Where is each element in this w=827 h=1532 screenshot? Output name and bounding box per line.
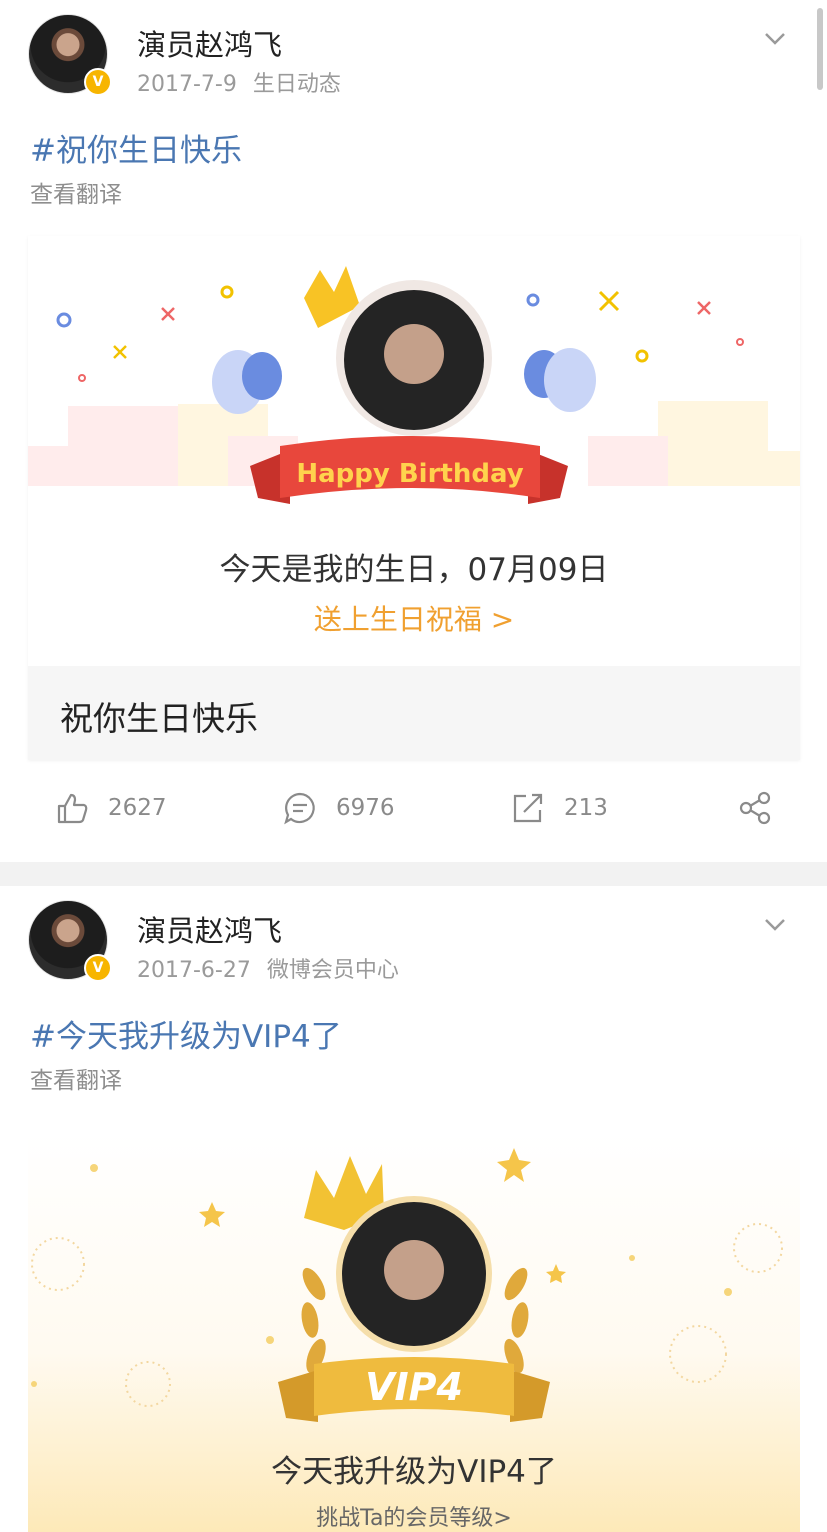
post-source[interactable]: 生日动态 <box>253 72 341 97</box>
post-meta: 2017-6-27 微博会员中心 <box>137 952 399 984</box>
repost-button[interactable]: 213 <box>510 790 608 826</box>
translate-link[interactable]: 查看翻译 <box>30 175 122 209</box>
card-caption-text: 祝你生日快乐 <box>60 699 258 738</box>
verified-badge-icon: V <box>84 954 112 982</box>
send-wishes-link[interactable]: 送上生日祝福 > <box>28 598 800 638</box>
comment-button[interactable]: 6976 <box>282 790 395 826</box>
post-date: 2017-6-27 <box>137 958 251 983</box>
birthday-banner-text: Happy Birthday <box>296 459 523 489</box>
like-count: 2627 <box>108 795 167 821</box>
topic-link[interactable]: #今天我升级为VIP4了 <box>30 1011 342 1056</box>
post-card: V 演员赵鸿飞 2017-7-9 生日动态 #祝你生日快乐 查看翻译 Happy… <box>0 0 827 862</box>
vip-headline: 今天我升级为VIP4了 <box>271 1454 557 1490</box>
avatar[interactable]: V <box>28 900 112 982</box>
comment-count: 6976 <box>336 795 395 821</box>
verified-badge-icon: V <box>84 68 112 96</box>
author-name[interactable]: 演员赵鸿飞 <box>137 22 282 64</box>
topic-link[interactable]: #祝你生日快乐 <box>30 125 242 170</box>
card-caption: 祝你生日快乐 <box>28 666 800 760</box>
post-source[interactable]: 微博会员中心 <box>267 958 399 983</box>
share-icon <box>739 791 771 825</box>
scrollbar[interactable] <box>817 8 823 90</box>
vip-challenge-link[interactable]: 挑战Ta的会员等级> <box>28 1500 800 1532</box>
share-button[interactable] <box>738 790 792 826</box>
vip-badge-text: VIP4 <box>365 1365 463 1409</box>
like-button[interactable]: 2627 <box>54 790 167 826</box>
post-card: V 演员赵鸿飞 2017-6-27 微博会员中心 #今天我升级为VIP4了 查看翻… <box>0 886 827 1532</box>
comment-icon <box>284 792 315 825</box>
like-icon <box>57 793 88 824</box>
post-date: 2017-7-9 <box>137 72 237 97</box>
chevron-down-icon[interactable] <box>762 30 788 48</box>
avatar[interactable]: V <box>28 14 112 96</box>
vip-card[interactable]: VIP4 今天我升级为VIP4了 挑战Ta的会员等级> <box>28 1134 800 1532</box>
repost-icon <box>513 793 543 823</box>
birthday-headline: 今天是我的生日，07月09日 <box>219 552 609 588</box>
post-actions: 2627 6976 213 <box>0 772 827 852</box>
post-meta: 2017-7-9 生日动态 <box>137 66 341 98</box>
author-name[interactable]: 演员赵鸿飞 <box>137 908 282 950</box>
birthday-card[interactable]: Happy Birthday 今天是我的生日，07月09日 送上生日祝福 > 祝… <box>28 236 800 760</box>
translate-link[interactable]: 查看翻译 <box>30 1061 122 1095</box>
chevron-down-icon[interactable] <box>762 916 788 934</box>
repost-count: 213 <box>564 795 608 821</box>
